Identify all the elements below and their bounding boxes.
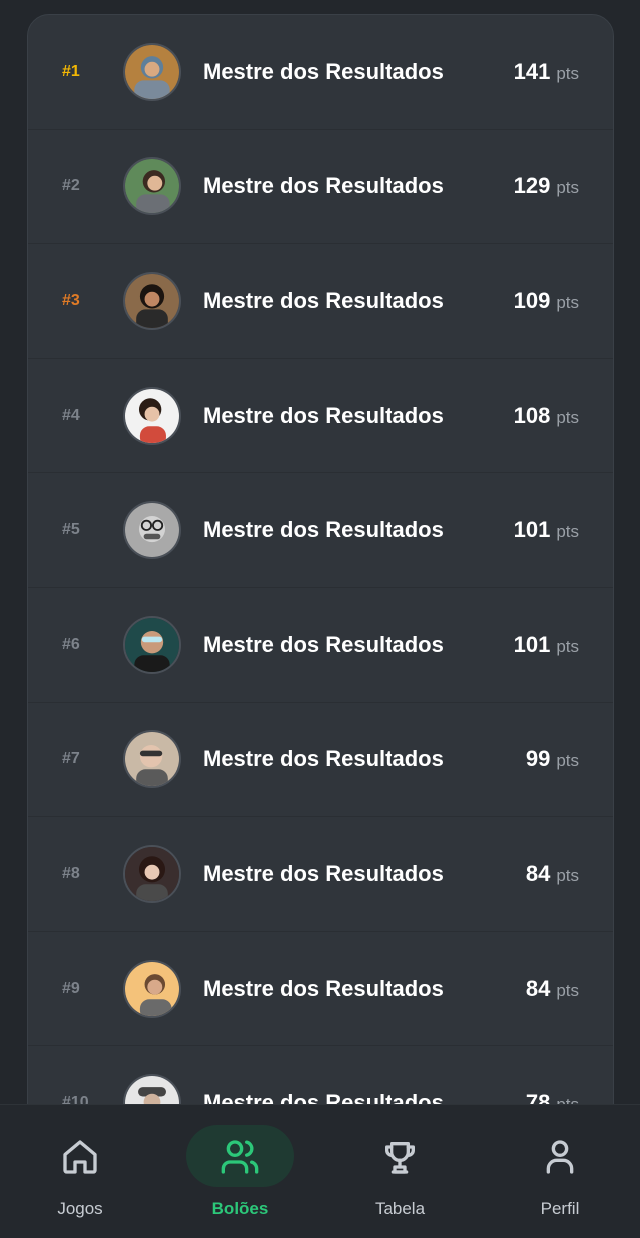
ranking-screen: #1 Mestre dos Resultados 141 pts #2 Mest… — [0, 0, 640, 1238]
rank-label: #9 — [62, 979, 80, 997]
avatar — [123, 959, 181, 1018]
player-name: Mestre dos Resultados — [203, 631, 444, 657]
score: 108 pts — [514, 403, 579, 429]
points-value: 109 — [513, 287, 551, 313]
ranking-row[interactable]: #4 Mestre dos Resultados 108 pts — [28, 359, 613, 474]
points-value: 101 — [513, 631, 551, 657]
nav-label: Tabela — [374, 1199, 426, 1218]
ranking-row[interactable]: #5 Mestre dos Resultados 101 pts — [28, 473, 613, 588]
avatar — [123, 615, 181, 674]
rank-label: #7 — [62, 750, 80, 768]
points-value: 101 — [513, 517, 551, 543]
nav-label: Perfil — [540, 1199, 580, 1218]
score: 99 pts — [526, 746, 579, 772]
ranking-row[interactable]: #1 Mestre dos Resultados 141 pts — [28, 15, 613, 130]
avatar — [123, 271, 181, 330]
points-unit: pts — [556, 865, 579, 885]
rank-label: #3 — [62, 291, 80, 309]
avatar — [123, 730, 181, 789]
player-name: Mestre dos Resultados — [203, 860, 444, 886]
rank-label: #2 — [62, 177, 80, 195]
rank-label: #4 — [62, 406, 80, 424]
player-name: Mestre dos Resultados — [203, 58, 444, 84]
score: 129 pts — [514, 173, 579, 199]
avatar — [123, 157, 181, 216]
player-name: Mestre dos Resultados — [203, 173, 444, 199]
points-value: 84 — [525, 860, 551, 886]
ranking-list[interactable]: #1 Mestre dos Resultados 141 pts #2 Mest… — [27, 14, 614, 1214]
nav-item-perfil[interactable]: Perfil — [485, 1105, 635, 1238]
points-value: 84 — [525, 975, 551, 1001]
ranking-row[interactable]: #2 Mestre dos Resultados 129 pts — [28, 130, 613, 245]
avatar — [123, 386, 181, 445]
points-unit: pts — [556, 407, 579, 427]
score: 109 pts — [514, 288, 579, 314]
score: 101 pts — [514, 517, 579, 543]
avatar — [123, 844, 181, 903]
avatar — [123, 42, 181, 101]
player-name: Mestre dos Resultados — [203, 287, 444, 313]
bottom-navigation: Jogos Bolões Tabela Perfil — [0, 1104, 640, 1238]
player-name: Mestre dos Resultados — [203, 517, 444, 543]
ranking-row[interactable]: #9 Mestre dos Resultados 84 pts — [28, 932, 613, 1047]
points-value: 99 — [525, 746, 551, 772]
points-value: 129 — [513, 173, 551, 199]
nav-item-jogos[interactable]: Jogos — [5, 1105, 155, 1238]
trophy-icon — [385, 1142, 415, 1174]
users-icon — [221, 1140, 259, 1174]
rank-label: #8 — [62, 864, 80, 882]
nav-item-tabela[interactable]: Tabela — [325, 1105, 475, 1238]
points-unit: pts — [556, 980, 579, 1000]
nav-item-boloes[interactable]: Bolões — [165, 1105, 315, 1238]
points-unit: pts — [556, 178, 579, 198]
nav-label: Jogos — [57, 1199, 103, 1218]
points-unit: pts — [556, 292, 579, 312]
avatar — [123, 501, 181, 560]
player-name: Mestre dos Resultados — [203, 402, 444, 428]
points-value: 108 — [513, 402, 551, 428]
ranking-row[interactable]: #7 Mestre dos Resultados 99 pts — [28, 703, 613, 818]
points-value: 141 — [513, 58, 551, 84]
player-name: Mestre dos Resultados — [203, 746, 444, 772]
points-unit: pts — [556, 522, 579, 542]
ranking-row[interactable]: #8 Mestre dos Resultados 84 pts — [28, 817, 613, 932]
home-icon — [63, 1140, 97, 1174]
user-icon — [546, 1140, 574, 1174]
score: 84 pts — [526, 976, 579, 1002]
points-unit: pts — [556, 751, 579, 771]
score: 141 pts — [514, 59, 579, 85]
rank-label: #6 — [62, 635, 80, 653]
rank-label: #5 — [62, 521, 80, 539]
score: 84 pts — [526, 861, 579, 887]
ranking-row[interactable]: #3 Mestre dos Resultados 109 pts — [28, 244, 613, 359]
points-unit: pts — [556, 63, 579, 83]
nav-label: Bolões — [211, 1199, 269, 1218]
points-unit: pts — [556, 636, 579, 656]
ranking-row[interactable]: #6 Mestre dos Resultados 101 pts — [28, 588, 613, 703]
rank-label: #1 — [62, 62, 80, 80]
player-name: Mestre dos Resultados — [203, 975, 444, 1001]
score: 101 pts — [514, 632, 579, 658]
